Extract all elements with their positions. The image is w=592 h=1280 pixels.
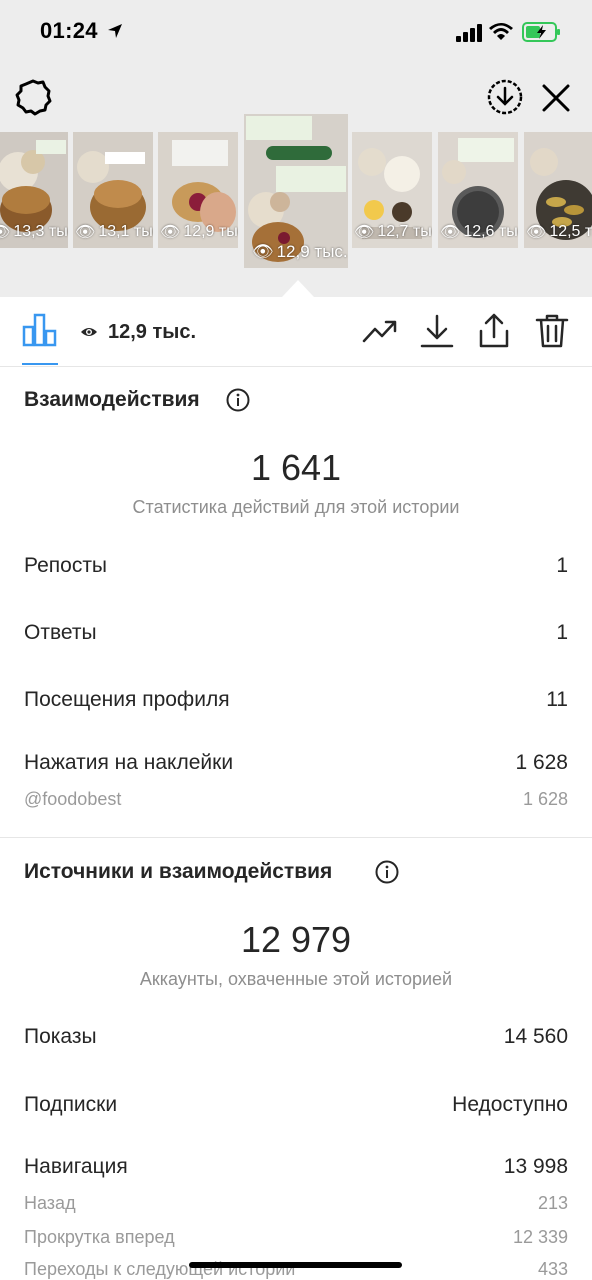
discovery-caption: Аккаунты, охваченные этой историей [139, 969, 453, 989]
story-thumbnail[interactable]: 👁12,5 тыс. [524, 132, 592, 248]
interactions-total: 1 641 [250, 447, 342, 488]
location-arrow-icon [108, 24, 122, 38]
home-indicator [189, 1262, 402, 1268]
interactions-caption: Статистика действий для этой истории [132, 497, 460, 517]
nav-forward-value: 12 339 [512, 1227, 568, 1247]
status-time: 01:24 [40, 18, 98, 43]
gear-icon[interactable] [14, 78, 52, 116]
status-bar: 01:24 [0, 0, 592, 64]
download-circle-icon[interactable] [486, 78, 524, 116]
interactions-title: Взаимодействия [24, 388, 200, 411]
section-divider [0, 837, 592, 838]
thumbnail-views: 12,9 тыс. [276, 242, 348, 261]
follows-label: Подписки [24, 1093, 118, 1116]
reposts-value: 1 [556, 554, 568, 577]
sticker-mention-value: 1 628 [522, 789, 568, 809]
impressions-label: Показы [24, 1025, 97, 1048]
replies-value: 1 [556, 621, 568, 644]
thumbnail-views: 12,7 тыс. [377, 223, 432, 240]
battery-charging-icon [522, 22, 560, 42]
story-thumbnail[interactable]: 👁13,3 тыс. [0, 132, 68, 248]
sticker-taps-label: Нажатия на наклейки [24, 751, 234, 774]
nav-back-value: 213 [537, 1193, 568, 1213]
follows-value: Недоступно [452, 1093, 568, 1116]
eye-icon: 👁 [160, 224, 181, 241]
sticker-mention-label: @foodobest [24, 789, 122, 809]
eye-icon: 👁 [440, 224, 461, 241]
impressions-value: 14 560 [503, 1025, 568, 1048]
trend-icon[interactable] [362, 313, 398, 349]
thumbnail-views: 12,5 тыс. [549, 223, 592, 240]
active-tab-indicator [22, 363, 58, 365]
trash-icon[interactable] [534, 313, 570, 349]
eye-icon: 👁 [75, 224, 96, 241]
bar-chart-icon[interactable] [22, 313, 58, 347]
sticker-taps-value: 1 628 [515, 751, 568, 774]
discovery-title: Источники и взаимодействия [24, 860, 333, 883]
eye-icon: 👁 [354, 224, 375, 241]
story-thumbnails-strip: 👁13,3 тыс. 👁13,1 тыс. 👁12,9 тыс. [0, 114, 592, 274]
download-icon[interactable] [419, 313, 455, 349]
story-thumbnail[interactable]: 👁12,6 тыс. [438, 132, 518, 248]
thumbnail-views: 12,6 тыс. [463, 223, 518, 240]
nav-next-story-value: 433 [537, 1259, 568, 1279]
story-actions-bar: 12,9 тыс. [0, 297, 592, 367]
story-thumbnail-selected[interactable]: 👁 12,9 тыс. [244, 114, 348, 268]
thumbnail-views: 12,9 тыс. [183, 223, 238, 240]
reposts-label: Репосты [24, 554, 108, 577]
profile-visits-label: Посещения профиля [24, 688, 230, 711]
navigation-label: Навигация [24, 1155, 128, 1178]
share-icon[interactable] [476, 313, 512, 349]
info-icon[interactable] [375, 860, 399, 884]
info-icon[interactable] [226, 388, 250, 412]
cellular-signal-icon [456, 24, 482, 42]
discovery-total: 12 979 [240, 919, 352, 960]
thumbnail-views: 13,3 тыс. [13, 223, 68, 240]
nav-back-label: Назад [24, 1193, 76, 1213]
views-count: 12,9 тыс. [108, 321, 197, 343]
story-thumbnail[interactable]: 👁12,7 тыс. [352, 132, 432, 248]
nav-forward-label: Прокрутка вперед [24, 1227, 175, 1247]
eye-icon: 👁 [252, 242, 274, 261]
navigation-value: 13 998 [503, 1155, 568, 1178]
story-preview-area: 01:24 👁 13,3 ты 👁 13,1 ты 👁 12,9 ты 👁 12… [0, 0, 592, 297]
eye-icon: 👁 [0, 224, 11, 241]
story-thumbnail[interactable]: 👁13,1 тыс. [73, 132, 153, 248]
selected-thumbnail-pointer [282, 280, 314, 297]
profile-visits-value: 11 [546, 688, 568, 711]
thumbnail-views: 13,1 тыс. [98, 223, 153, 240]
story-toolbar [0, 72, 592, 120]
story-thumbnail[interactable]: 👁12,9 тыс. [158, 132, 238, 248]
close-icon[interactable] [538, 80, 574, 116]
replies-label: Ответы [24, 621, 97, 644]
eye-icon [81, 328, 97, 336]
wifi-icon [489, 23, 513, 40]
eye-icon: 👁 [526, 224, 547, 241]
